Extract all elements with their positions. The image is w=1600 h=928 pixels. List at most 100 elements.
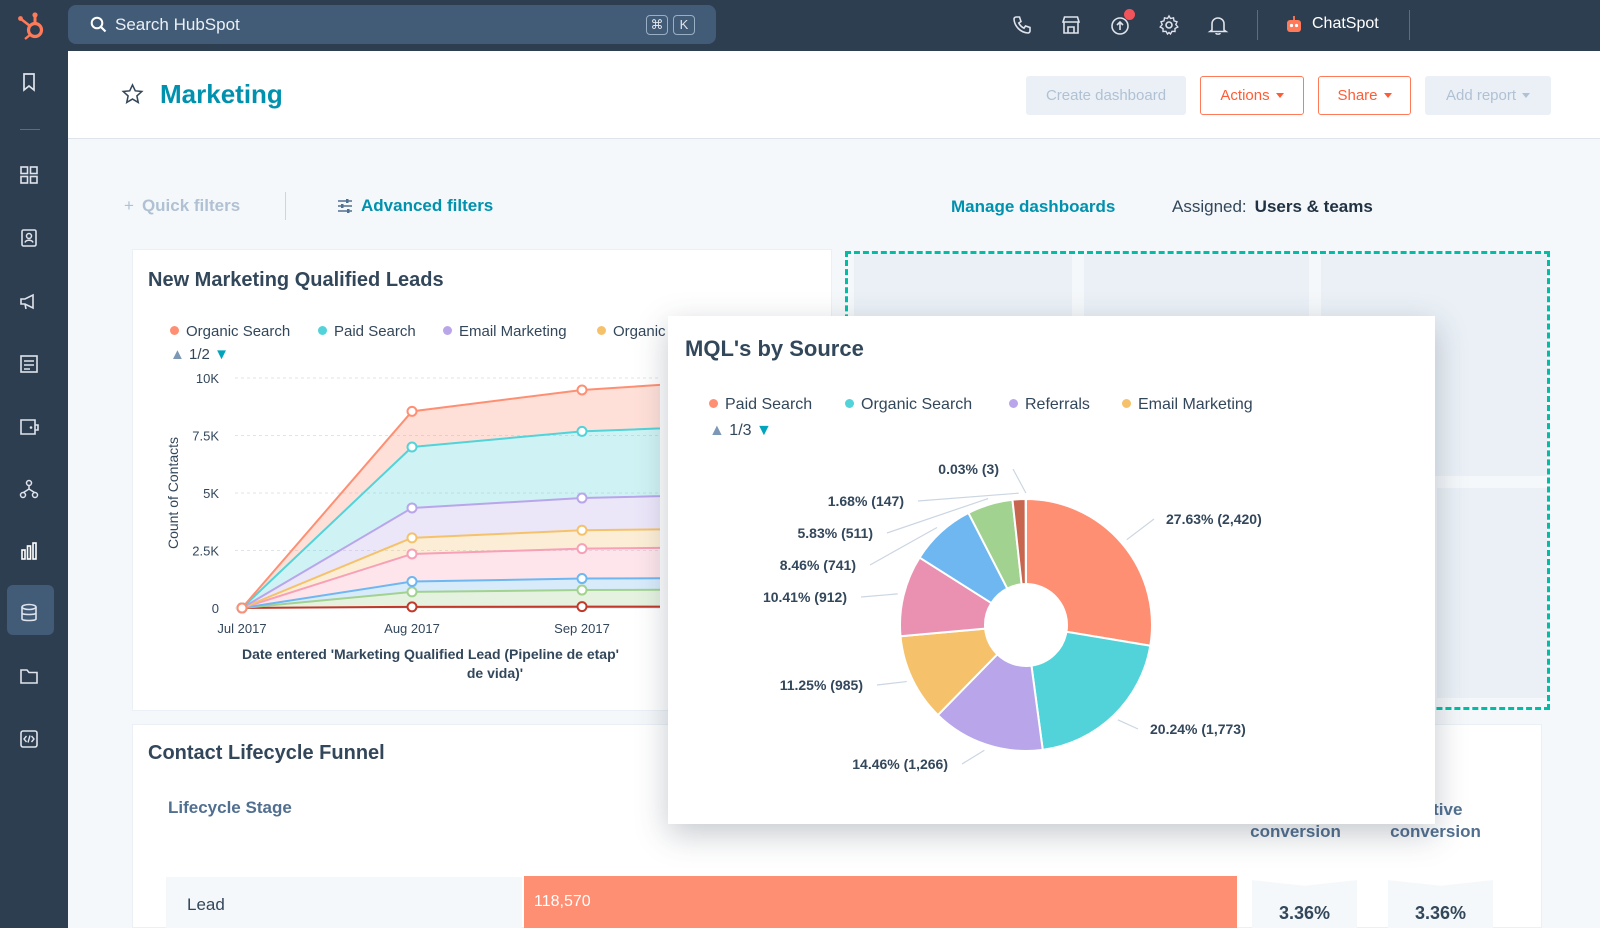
search-icon <box>90 16 107 33</box>
advanced-filters-button[interactable]: Advanced filters <box>361 196 493 216</box>
data-point <box>406 548 418 560</box>
left-sidebar <box>0 51 68 928</box>
add-report-button[interactable]: Add report <box>1425 76 1551 115</box>
column-header-lifecycle-stage: Lifecycle Stage <box>168 798 292 817</box>
assigned-filter[interactable]: Assigned: Users & teams <box>1172 197 1373 217</box>
data-point <box>406 532 418 544</box>
data-point <box>576 524 588 536</box>
slice-label-leader <box>917 492 1019 502</box>
automation-icon[interactable] <box>18 478 40 500</box>
share-button[interactable]: Share <box>1318 76 1411 115</box>
y-tick-label: 7.5K <box>192 429 219 444</box>
reporting-icon[interactable] <box>18 540 40 562</box>
commerce-icon[interactable] <box>18 415 40 437</box>
slice-label-leader <box>1126 518 1155 541</box>
hubspot-logo-icon[interactable] <box>14 8 50 44</box>
stage-label: Lead <box>187 895 225 914</box>
content-icon[interactable] <box>18 353 40 375</box>
global-search[interactable]: Search HubSpot ⌘ K <box>68 5 716 44</box>
quick-filters-button[interactable]: + Quick filters <box>124 196 240 216</box>
top-navigation-bar: Search HubSpot ⌘ K ChatSpot <box>0 0 1600 51</box>
y-tick-label: 5K <box>203 486 219 501</box>
plus-icon: + <box>124 196 134 215</box>
slice-label-leader <box>1117 719 1139 730</box>
ghost-card <box>854 254 1072 318</box>
assigned-label: Assigned: <box>1172 197 1247 216</box>
slice-label: 8.46% (741) <box>780 557 856 573</box>
conversion-value: 3.36% <box>1278 903 1331 923</box>
funnel-bar-lead[interactable]: 118,570 <box>524 876 1237 928</box>
sliders-icon <box>338 199 352 213</box>
library-icon[interactable] <box>18 665 40 687</box>
y-tick-label: 2.5K <box>192 544 219 559</box>
marketing-icon[interactable] <box>18 290 40 312</box>
y-axis-title: Count of Contacts <box>165 437 181 549</box>
assigned-value: Users & teams <box>1254 197 1373 216</box>
slice-label: 10.41% (912) <box>763 589 847 605</box>
ghost-card <box>1437 488 1547 698</box>
search-placeholder: Search HubSpot <box>115 15 240 34</box>
developer-icon[interactable] <box>18 728 40 750</box>
data-point <box>576 573 588 585</box>
topbar-divider <box>1257 10 1258 40</box>
contacts-icon[interactable] <box>18 227 40 249</box>
caret-down-icon <box>1383 93 1392 98</box>
slice-label: 11.25% (985) <box>780 677 863 693</box>
manage-dashboards-link[interactable]: Manage dashboards <box>951 197 1115 217</box>
caret-down-icon <box>1275 93 1284 98</box>
slice-label: 5.83% (511) <box>798 525 874 541</box>
column-header-cumulative-bottom: conversion <box>1390 822 1481 841</box>
column-header-conversion: conversion <box>1250 822 1341 841</box>
data-point <box>406 586 418 598</box>
phone-icon[interactable] <box>1011 14 1033 36</box>
data-point <box>576 492 588 504</box>
slice-label: 27.63% (2,420) <box>1166 511 1262 527</box>
slice-label-leader <box>876 680 907 686</box>
x-axis-title: Date entered 'Marketing Qualified Lead (… <box>242 646 619 662</box>
y-tick-label: 10K <box>196 371 219 386</box>
chatspot-label[interactable]: ChatSpot <box>1312 15 1379 33</box>
funnel-bar-value: 118,570 <box>534 893 591 910</box>
quick-filters-label: Quick filters <box>141 196 241 215</box>
data-icon[interactable] <box>18 602 40 624</box>
data-point <box>576 584 588 596</box>
data-point <box>406 601 418 613</box>
marketplace-icon[interactable] <box>1060 14 1082 36</box>
command-key-hint: ⌘ <box>646 15 668 35</box>
report-title: Contact Lifecycle Funnel <box>148 742 385 764</box>
donut-chart: 27.63% (2,420) 20.24% (1,773) 14.46% (1,26… <box>763 461 1262 772</box>
page-title: Marketing <box>160 79 283 109</box>
x-tick-label: Jul 2017 <box>217 621 266 636</box>
donut-slice <box>1025 497 1153 647</box>
filter-divider <box>285 192 286 220</box>
data-point <box>406 576 418 588</box>
slice-label: 20.24% (1,773) <box>1150 721 1246 737</box>
mql-by-source-report-card[interactable]: MQL's by Source Paid Search Organic Sear… <box>668 316 1435 824</box>
data-point <box>576 601 588 613</box>
caret-down-icon <box>1522 93 1531 98</box>
actions-button[interactable]: Actions <box>1200 76 1304 115</box>
create-dashboard-label: Create dashboard <box>1045 87 1167 104</box>
sidebar-divider <box>20 129 40 130</box>
topbar-divider <box>1409 10 1410 40</box>
slice-label: 1.68% (147) <box>828 493 904 509</box>
notification-dot <box>1124 9 1135 20</box>
dashboard-icon[interactable] <box>18 164 40 186</box>
chatspot-icon[interactable] <box>1283 13 1305 35</box>
bell-icon[interactable] <box>1207 14 1229 36</box>
slice-label-leader <box>860 593 898 598</box>
create-dashboard-button[interactable]: Create dashboard <box>1026 76 1186 115</box>
k-key-hint: K <box>673 15 695 35</box>
slice-label: 14.46% (1,266) <box>852 756 948 772</box>
cumulative-value: 3.36% <box>1414 903 1467 923</box>
data-point <box>576 384 588 396</box>
share-label: Share <box>1337 87 1378 104</box>
data-point <box>406 441 418 453</box>
bookmark-icon[interactable] <box>18 71 40 93</box>
x-tick-label: Aug 2017 <box>384 621 440 636</box>
settings-icon[interactable] <box>1158 14 1180 36</box>
add-report-label: Add report <box>1445 87 1517 104</box>
data-point <box>576 543 588 555</box>
data-point <box>576 425 588 437</box>
star-icon[interactable] <box>121 83 144 105</box>
